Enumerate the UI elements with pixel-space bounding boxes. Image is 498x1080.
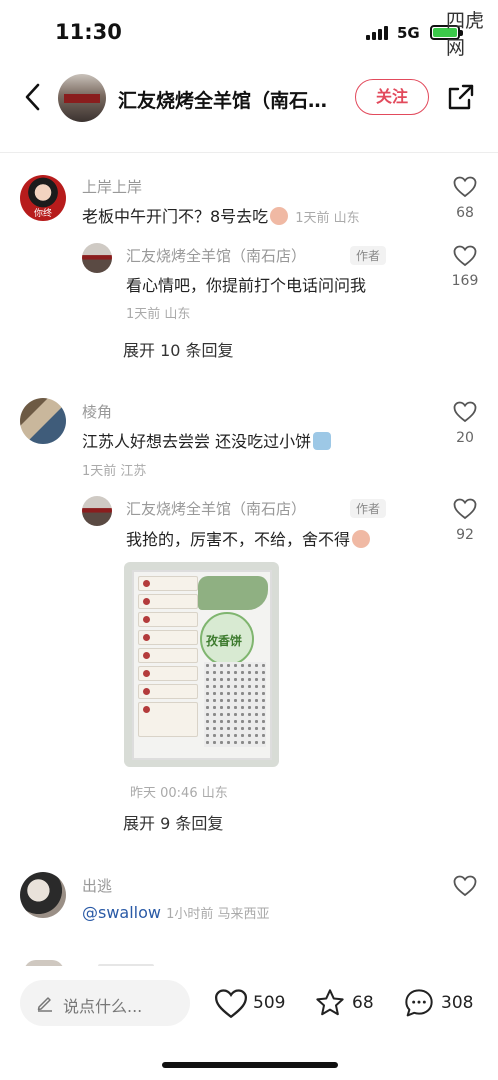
avatar[interactable]: 你终: [20, 175, 66, 221]
input-placeholder: 说点什么...: [63, 997, 143, 1016]
like-button[interactable]: [453, 245, 477, 267]
watermark: 四虎网: [446, 10, 485, 59]
reply-username[interactable]: 汇友烧烤全羊馆（南石店）: [126, 498, 306, 519]
header-divider: [0, 152, 498, 153]
shop-avatar[interactable]: [58, 74, 106, 122]
like-button[interactable]: [453, 875, 477, 897]
share-icon: [448, 84, 474, 110]
author-badge: 作者: [350, 499, 387, 518]
mention-link[interactable]: @swallow: [82, 903, 161, 922]
reply-body: 我抢的，厉害不，不给，舍不得: [126, 530, 351, 549]
comment-text: 老板中午开门不？8号去吃 1天前 山东: [82, 203, 360, 227]
avatar[interactable]: [20, 398, 66, 444]
avatar-label: 你终: [33, 209, 52, 219]
chevron-left-icon: [25, 83, 40, 111]
comment-button[interactable]: [402, 987, 436, 1019]
comments-count: 308: [441, 993, 474, 1013]
comment-bubble-icon: [405, 989, 433, 1017]
comment-body: 江苏人好想去尝尝 还没吃过小饼: [82, 432, 312, 451]
comment-input[interactable]: 说点什么...: [20, 980, 190, 1026]
reply-meta: 昨天 00:46 山东: [130, 786, 228, 801]
follow-button[interactable]: 关注: [355, 79, 429, 115]
shop-name[interactable]: 汇友烧烤全羊馆（南石…: [118, 86, 344, 113]
photo-label: 孜香饼: [206, 634, 243, 648]
likes-count: 509: [253, 993, 286, 1013]
reply-username[interactable]: 汇友烧烤全羊馆（南石店）: [126, 245, 306, 266]
emoji-icon: [352, 530, 371, 548]
share-button[interactable]: [447, 83, 475, 111]
heart-icon: [453, 498, 477, 520]
reply-meta: 1天前 山东: [126, 307, 191, 322]
heart-icon: [453, 245, 477, 267]
comment-username[interactable]: 棱角: [82, 401, 112, 422]
like-count: 92: [456, 527, 474, 543]
author-badge: 作者: [350, 246, 387, 265]
expand-replies-button[interactable]: 展开 9 条回复: [123, 810, 223, 834]
home-indicator[interactable]: [162, 1062, 338, 1068]
pen-icon: [37, 997, 52, 1012]
avatar[interactable]: [20, 872, 66, 918]
like-count: 169: [451, 273, 479, 289]
network-type: 5G: [397, 24, 420, 42]
status-time: 11:30: [55, 20, 122, 44]
emoji-icon: [313, 432, 332, 450]
favorite-button[interactable]: [313, 987, 347, 1019]
expand-replies-button[interactable]: 展开 10 条回复: [123, 337, 234, 361]
comment-text: 江苏人好想去尝尝 还没吃过小饼: [82, 428, 333, 452]
comment-meta: 1天前 江苏: [82, 464, 147, 479]
comment-text: @swallow 1小时前 马来西亚: [82, 903, 270, 922]
reply-text: 看心情吧，你提前打个电话问问我: [126, 276, 367, 295]
author-avatar[interactable]: [82, 243, 112, 273]
signal-icon: [366, 26, 392, 40]
comment-username[interactable]: 出逃: [82, 875, 112, 896]
comment-body: 老板中午开门不？8号去吃: [82, 207, 269, 226]
comment-meta: 1小时前 马来西亚: [166, 907, 270, 922]
back-button[interactable]: [20, 80, 46, 114]
like-button[interactable]: [453, 176, 477, 198]
comment-username[interactable]: 上岸上岸: [82, 176, 142, 197]
reply-photo[interactable]: 孜香饼: [124, 562, 279, 767]
heart-icon: [214, 989, 248, 1019]
reply-text: 我抢的，厉害不，不给，舍不得: [126, 526, 372, 550]
heart-icon: [453, 176, 477, 198]
like-count: 68: [456, 205, 474, 221]
comment-meta: 1天前 山东: [295, 211, 360, 226]
like-button[interactable]: [453, 498, 477, 520]
emoji-icon: [270, 207, 289, 225]
favorites-count: 68: [352, 993, 374, 1013]
like-count: 20: [456, 430, 474, 446]
like-post-button[interactable]: [214, 988, 248, 1020]
heart-icon: [453, 875, 477, 897]
heart-icon: [453, 401, 477, 423]
author-avatar[interactable]: [82, 496, 112, 526]
star-icon: [316, 989, 344, 1016]
like-button[interactable]: [453, 401, 477, 423]
